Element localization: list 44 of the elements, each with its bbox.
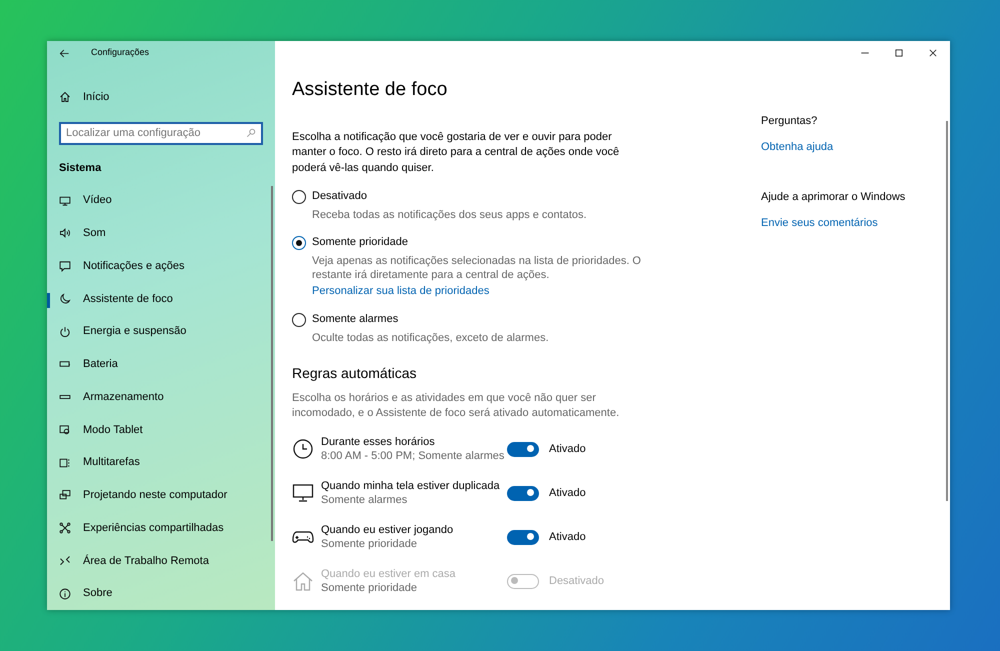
option-label[interactable]: Somente alarmes [312, 311, 398, 328]
sidebar-item[interactable]: Bateria [47, 348, 275, 381]
rule-title: Durante esses horários [321, 434, 436, 450]
sidebar-item[interactable]: Som [47, 217, 275, 250]
page-title: Assistente de foco [292, 79, 448, 102]
sidebar-item[interactable]: Vídeo [47, 184, 275, 217]
link[interactable]: Obtenha ajuda [761, 140, 834, 152]
intro-text: Escolha a notificação que você gostaria de ver e ouvir para poder manter o foco. O resto irá direto para a central de ações onde você poderá vê-las quando quiser. [292, 130, 620, 176]
rule-subtitle: Somente prioridade [321, 581, 418, 596]
rule-title: Quando minha tela estiver duplicada [321, 478, 501, 494]
sidebar-item[interactable]: Notificações e ações [47, 250, 275, 282]
rule-title: Quando eu estiver jogando [321, 522, 454, 538]
rule-subtitle: Somente prioridade [321, 537, 418, 552]
home-nav-item[interactable]: Início [47, 81, 275, 114]
link[interactable]: Envie seus comentários [761, 216, 878, 228]
section-description: Escolha os horários e as atividades em que você não quer ser incomodado, e o Assistente de foco será ativado automaticamente. [292, 391, 620, 422]
sidebar-item[interactable]: Energia e suspensão [47, 315, 275, 348]
sidebar-item[interactable]: Área de Trabalho Remota [47, 544, 275, 578]
section-heading: Regras automáticas [292, 365, 418, 382]
sidebar-item[interactable]: Experiências compartilhadas [47, 512, 275, 544]
sidebar-item[interactable]: Sobre [47, 577, 275, 610]
link[interactable]: Personalizar sua lista de prioridades [312, 282, 490, 300]
option-description: Receba todas as notificações dos seus apps e contatos. [312, 208, 588, 222]
rule-subtitle: 8:00 AM - 5:00 PM; Somente alarmes [321, 449, 506, 464]
rule-subtitle: Somente alarmes [321, 493, 408, 508]
sidebar-item[interactable]: Assistente de foco [47, 282, 275, 316]
sidebar-item[interactable]: Projetando neste computador [47, 479, 275, 512]
option-label[interactable]: Somente prioridade [312, 234, 408, 251]
aside-heading: Perguntas? [761, 114, 818, 129]
aside-heading: Ajude a aprimorar o Windows [761, 190, 906, 205]
sidebar-item[interactable]: Armazenamento [47, 380, 275, 414]
option-description: Oculte todas as notificações, exceto de alarmes. [312, 330, 550, 346]
toggle-status: Desativado [549, 574, 604, 589]
sidebar-item[interactable]: Modo Tablet [47, 414, 275, 446]
window-title: Configurações [91, 46, 150, 60]
option-label[interactable]: Desativado [312, 188, 368, 205]
sidebar-item[interactable]: Multitarefas [47, 446, 275, 479]
toggle-status: Ativado [549, 486, 586, 501]
section-heading: Sistema [58, 160, 102, 176]
option-description: Veja apenas as notificações selecionadas na lista de prioridades. O restante irá diretamente para a central de ações. [312, 254, 642, 283]
search-field[interactable]: Localizar uma configuração [59, 122, 263, 145]
toggle-status: Ativado [549, 442, 586, 457]
toggle-status: Ativado [549, 530, 586, 545]
rule-title: Quando eu estiver em casa [321, 566, 457, 582]
